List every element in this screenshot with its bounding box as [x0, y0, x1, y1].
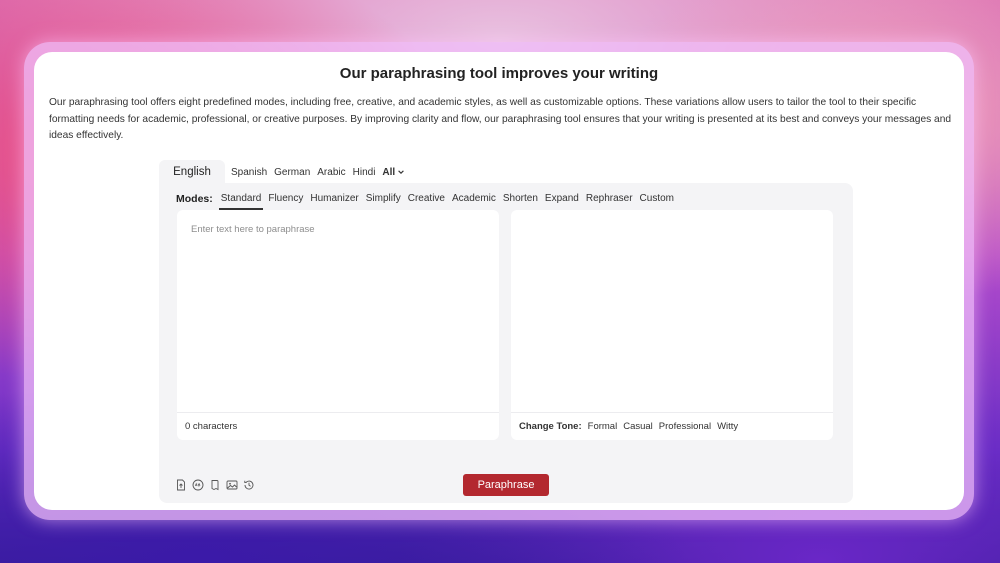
tool-icons	[175, 479, 255, 491]
language-list: Spanish German Arabic Hindi All	[231, 160, 405, 184]
language-all-dropdown[interactable]: All	[382, 167, 405, 178]
mode-simplify[interactable]: Simplify	[366, 189, 401, 209]
document-icon[interactable]	[209, 479, 221, 491]
mode-academic[interactable]: Academic	[452, 189, 496, 209]
output-box: Change Tone: Formal Casual Professional …	[511, 210, 833, 440]
language-hindi[interactable]: Hindi	[353, 167, 376, 178]
input-footer: 0 characters	[177, 412, 499, 440]
character-count: 0 characters	[185, 421, 238, 432]
input-box: 0 characters	[177, 210, 499, 440]
page-title: Our paraphrasing tool improves your writ…	[339, 65, 659, 82]
history-icon[interactable]	[243, 479, 255, 491]
spell-check-icon[interactable]	[192, 479, 204, 491]
language-tab-english[interactable]: English	[159, 160, 225, 184]
modes-bar: Modes: Standard Fluency Humanizer Simpli…	[176, 189, 674, 210]
tone-witty[interactable]: Witty	[717, 421, 738, 432]
paraphrase-button[interactable]: Paraphrase	[463, 474, 549, 496]
feature-card: Our paraphrasing tool improves your writ…	[34, 52, 964, 510]
mode-expand[interactable]: Expand	[545, 189, 579, 209]
tool-panel: Modes: Standard Fluency Humanizer Simpli…	[159, 183, 853, 503]
upload-file-icon[interactable]	[175, 479, 187, 491]
modes-label: Modes:	[176, 193, 213, 205]
language-tabs: English Spanish German Arabic Hindi All	[159, 160, 853, 184]
mode-humanizer[interactable]: Humanizer	[310, 189, 358, 209]
mode-shorten[interactable]: Shorten	[503, 189, 538, 209]
language-german[interactable]: German	[274, 167, 310, 178]
image-icon[interactable]	[226, 479, 238, 491]
tone-professional[interactable]: Professional	[659, 421, 711, 432]
mode-rephraser[interactable]: Rephraser	[586, 189, 633, 209]
language-spanish[interactable]: Spanish	[231, 167, 267, 178]
tone-casual[interactable]: Casual	[623, 421, 653, 432]
mode-standard[interactable]: Standard	[218, 189, 263, 210]
language-arabic[interactable]: Arabic	[317, 167, 345, 178]
paraphrase-input[interactable]	[191, 224, 471, 235]
mode-creative[interactable]: Creative	[408, 189, 445, 209]
description: Our paraphrasing tool offers eight prede…	[49, 97, 952, 141]
mode-fluency[interactable]: Fluency	[268, 189, 303, 209]
paraphrase-tool: English Spanish German Arabic Hindi All …	[159, 160, 853, 503]
tone-formal[interactable]: Formal	[588, 421, 618, 432]
mode-custom[interactable]: Custom	[640, 189, 674, 209]
tone-bar: Change Tone: Formal Casual Professional …	[511, 412, 833, 440]
language-all-label: All	[382, 166, 396, 178]
tone-label: Change Tone:	[519, 421, 582, 432]
chevron-down-icon	[398, 170, 404, 174]
